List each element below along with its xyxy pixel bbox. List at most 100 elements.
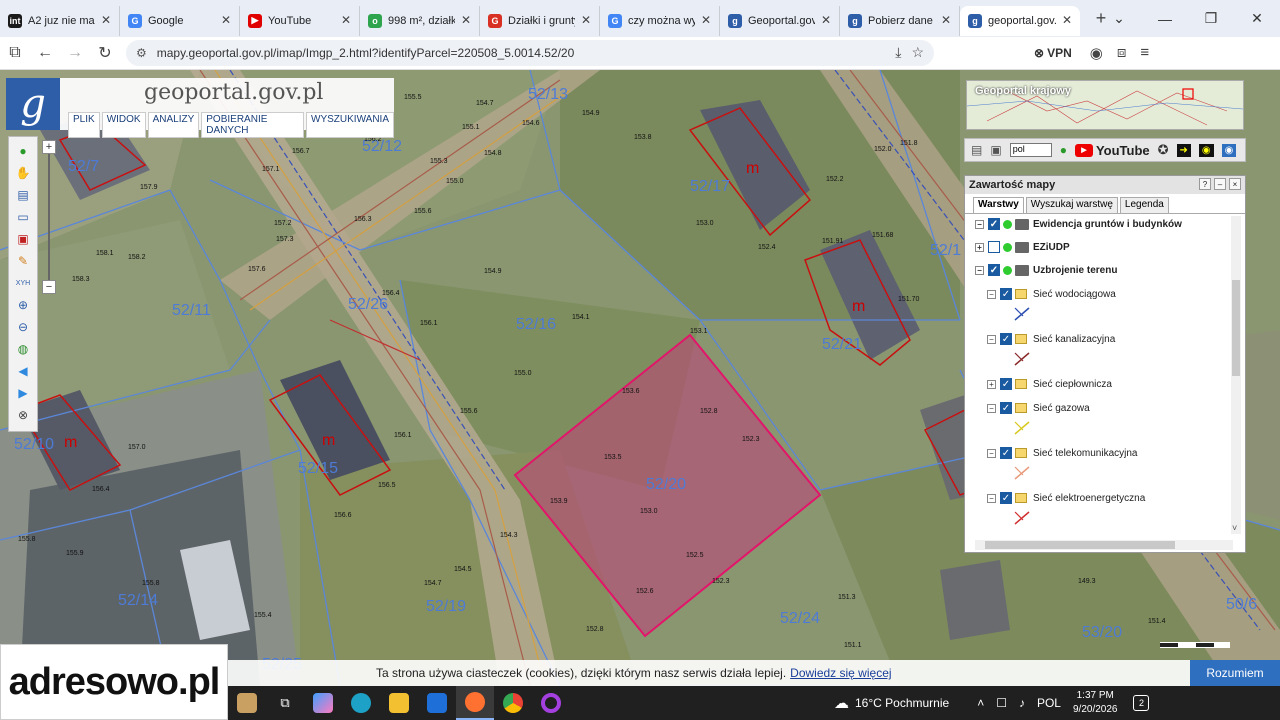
vertical-scrollbar[interactable]: ˅: [1231, 216, 1241, 534]
chrome-icon[interactable]: [494, 686, 532, 720]
parcel-label[interactable]: 52/26: [348, 296, 388, 314]
close-window-icon[interactable]: ✕: [1234, 0, 1280, 37]
layer-row[interactable]: − ✓ Sieć gazowa: [987, 400, 1090, 416]
expand-toggle-icon[interactable]: −: [987, 493, 996, 503]
parcel-label[interactable]: 53/20: [1082, 624, 1122, 642]
zoom-out-icon[interactable]: ⊖: [15, 319, 31, 335]
zoom-in-button[interactable]: +: [42, 140, 56, 154]
expand-toggle-icon[interactable]: −: [987, 289, 996, 299]
adresowo-logo[interactable]: adresowo.pl: [0, 644, 228, 720]
layer-checkbox[interactable]: ✓: [1000, 378, 1012, 390]
menu-item[interactable]: WYSZUKIWANIA: [306, 112, 394, 138]
reload-icon[interactable]: ↻: [90, 43, 120, 63]
layer-checkbox[interactable]: ✓: [1000, 492, 1012, 504]
print-icon[interactable]: ▤: [971, 143, 982, 157]
parcel-label[interactable]: 52/17: [690, 178, 730, 196]
panel-tab[interactable]: Legenda: [1119, 197, 1169, 213]
arrow-icon[interactable]: ➜: [1176, 143, 1191, 157]
globe-icon[interactable]: ◍: [15, 341, 31, 357]
layer-checkbox[interactable]: ✓: [1000, 333, 1012, 345]
minimize-icon[interactable]: —: [1142, 0, 1188, 37]
pan-hand-icon[interactable]: ✋: [15, 165, 31, 181]
opera-icon[interactable]: [532, 686, 570, 720]
browser-tab[interactable]: int A2 juz nie ma. El ✕: [0, 5, 120, 36]
parcel-label[interactable]: 52/14: [118, 592, 158, 610]
layer-checkbox[interactable]: [988, 241, 1000, 253]
parcel-label[interactable]: 52/1: [930, 242, 961, 260]
tab-close-icon[interactable]: ✕: [941, 13, 951, 27]
browser-tab[interactable]: o 998 m², działka ✕: [360, 5, 480, 36]
file-explorer-icon[interactable]: [380, 686, 418, 720]
parcel-label[interactable]: 52/16: [516, 316, 556, 334]
edge-icon[interactable]: [342, 686, 380, 720]
browser-tab[interactable]: ▶ YouTube ✕: [240, 5, 360, 36]
volume-icon[interactable]: ♪: [1019, 696, 1025, 710]
layer-row[interactable]: − ✓ Sieć elektroenergetyczna: [987, 490, 1145, 506]
vpn-button[interactable]: ⊗ VPN: [1034, 46, 1072, 60]
remove-selection-icon[interactable]: ▣: [15, 231, 31, 247]
zoom-rail[interactable]: [48, 154, 50, 280]
browser-tab[interactable]: g Pobierz dane - G ✕: [840, 5, 960, 36]
tab-close-icon[interactable]: ✕: [101, 13, 111, 27]
tab-close-icon[interactable]: ✕: [581, 13, 591, 27]
firefox-icon[interactable]: [456, 686, 494, 720]
site-info-icon[interactable]: ⚙: [136, 46, 147, 60]
weather-widget[interactable]: ☁ 16°C Pochmurnie: [834, 694, 949, 712]
parcel-label[interactable]: 52/20: [646, 476, 686, 494]
menu-item[interactable]: PLIK: [68, 112, 100, 138]
browser-tab[interactable]: G Działki i grunty ✕: [480, 5, 600, 36]
browser-tab[interactable]: Gczy można wyko ✕: [600, 5, 720, 36]
tab-close-icon[interactable]: ✕: [701, 13, 711, 27]
parcel-label[interactable]: 52/13: [528, 86, 568, 104]
parcel-label[interactable]: 52/7: [68, 158, 99, 176]
parcel-label[interactable]: 52/11: [172, 302, 211, 320]
next-view-icon[interactable]: ▶: [15, 385, 31, 401]
browser-tab[interactable]: G Google ✕: [120, 5, 240, 36]
tab-close-icon[interactable]: ✕: [341, 13, 351, 27]
tab-search-icon[interactable]: ⌄: [1096, 0, 1142, 37]
menu-item[interactable]: ANALIZY: [147, 112, 200, 138]
menu-item[interactable]: POBIERANIE DANYCH: [201, 112, 305, 138]
overview-map[interactable]: Geoportal krajowy: [966, 80, 1244, 130]
zoom-in-icon[interactable]: ⊕: [15, 297, 31, 313]
previous-view-icon[interactable]: ◀: [15, 363, 31, 379]
layer-row[interactable]: − ✓ Sieć wodociągowa: [987, 286, 1116, 302]
taskbar-paris-icon[interactable]: [228, 686, 266, 720]
language-indicator[interactable]: POL: [1037, 696, 1061, 710]
layer-checkbox[interactable]: ✓: [1000, 447, 1012, 459]
expand-toggle-icon[interactable]: −: [987, 448, 996, 458]
measure-icon[interactable]: ⊗: [15, 407, 31, 423]
layer-row[interactable]: − ✓ Ewidencja gruntów i budynków: [975, 216, 1182, 232]
youtube-link[interactable]: ▶ YouTube: [1074, 143, 1150, 158]
xyh-coordinates-icon[interactable]: XYH: [15, 275, 31, 291]
panel-minimize-icon[interactable]: –: [1214, 178, 1226, 190]
layers-list-icon[interactable]: ▤: [15, 187, 31, 203]
panel-close-icon[interactable]: ×: [1229, 178, 1241, 190]
tab-actions-icon[interactable]: ⧉: [0, 44, 30, 62]
expand-toggle-icon[interactable]: +: [975, 242, 984, 252]
layer-checkbox[interactable]: ✓: [988, 218, 1000, 230]
panel-help-icon[interactable]: ?: [1199, 178, 1211, 190]
layer-row[interactable]: + EZiUDP: [975, 239, 1070, 255]
parcel-label[interactable]: 52/21: [822, 336, 862, 354]
parcel-label[interactable]: 52/24: [780, 610, 820, 628]
layer-row[interactable]: − ✓ Sieć kanalizacyjna: [987, 331, 1115, 347]
tab-close-icon[interactable]: ✕: [821, 13, 831, 27]
expand-toggle-icon[interactable]: −: [975, 265, 984, 275]
tab-close-icon[interactable]: ✕: [461, 13, 471, 27]
parcel-label[interactable]: 52/15: [298, 460, 338, 478]
parcel-label[interactable]: 52/10: [14, 436, 54, 454]
panel-tab[interactable]: Warstwy: [973, 197, 1024, 213]
expand-toggle-icon[interactable]: −: [987, 334, 996, 344]
layer-checkbox[interactable]: ✓: [988, 264, 1000, 276]
horizontal-scrollbar[interactable]: [975, 540, 1233, 550]
clock[interactable]: 1:37 PM 9/20/2026: [1073, 689, 1118, 717]
download-icon[interactable]: ⤓: [895, 44, 901, 61]
address-bar[interactable]: ⚙ mapy.geoportal.gov.pl/imap/Imgp_2.html…: [126, 40, 934, 66]
menu-item[interactable]: WIDOK: [101, 112, 146, 138]
layer-row[interactable]: + ✓ Sieć ciepłownicza: [987, 376, 1112, 392]
task-view-icon[interactable]: ⧉: [266, 686, 304, 720]
extensions-icon[interactable]: ⧈: [1117, 44, 1127, 62]
maximize-icon[interactable]: ❐: [1188, 0, 1234, 37]
bookmark-star-icon[interactable]: ☆: [911, 44, 924, 61]
